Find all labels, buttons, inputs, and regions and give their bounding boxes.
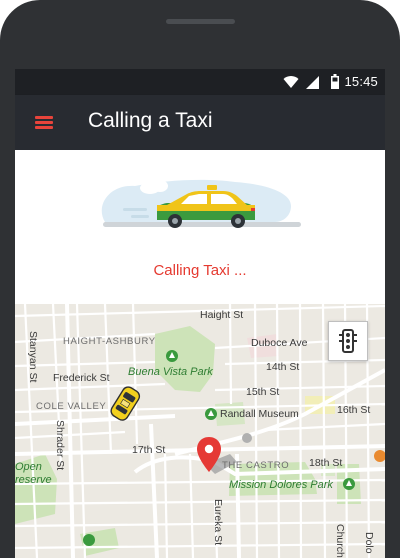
taxi-car-illustration bbox=[101, 179, 301, 228]
map-label-reserve: reserve bbox=[15, 474, 52, 486]
wifi-icon bbox=[283, 76, 299, 88]
destination-pin-icon[interactable] bbox=[195, 436, 223, 476]
map-label-stanyan-st: Stanyan St bbox=[27, 331, 39, 383]
calling-panel: Calling Taxi ... bbox=[15, 150, 385, 304]
map-label-dolo: Dolo bbox=[363, 532, 375, 554]
map-label-haight-ashbury: HAIGHT-ASHBURY bbox=[63, 336, 156, 347]
hamburger-menu-button[interactable] bbox=[33, 111, 57, 133]
traffic-toggle-button[interactable] bbox=[328, 321, 368, 361]
map-label-18th-st: 18th St bbox=[309, 457, 343, 469]
map-label-mission-dolores-park: Mission Dolores Park bbox=[229, 479, 333, 491]
map-label-duboce-ave: Duboce Ave bbox=[251, 337, 308, 349]
battery-icon bbox=[331, 74, 339, 89]
calling-taxi-status: Calling Taxi ... bbox=[153, 262, 247, 279]
map-label-15th-st: 15th St bbox=[246, 386, 280, 398]
map-label-shrader-st: Shrader St bbox=[54, 420, 66, 471]
map-label-haight-st: Haight St bbox=[200, 309, 244, 321]
hamburger-line bbox=[35, 126, 53, 129]
map-label-17th-st: 17th St bbox=[132, 444, 166, 456]
phone-screen: 15:45 Calling a Taxi Calling Taxi ... Ha… bbox=[15, 69, 385, 558]
page-title: Calling a Taxi bbox=[88, 109, 213, 132]
phone-speaker bbox=[166, 19, 235, 24]
cellular-signal-icon bbox=[306, 76, 319, 89]
map-view[interactable]: Haight St HAIGHT-ASHBURY Duboce Ave 14th… bbox=[15, 304, 385, 558]
hamburger-menu-icon bbox=[35, 116, 53, 119]
traffic-light-icon bbox=[339, 329, 357, 353]
taxi-location-marker[interactable] bbox=[107, 384, 143, 424]
app-bar: Calling a Taxi bbox=[15, 95, 385, 150]
map-label-buena-vista-park: Buena Vista Park bbox=[128, 366, 213, 378]
map-label-16th-st: 16th St bbox=[337, 404, 371, 416]
status-bar: 15:45 bbox=[15, 69, 385, 95]
map-label-frederick-st: Frederick St bbox=[53, 372, 110, 384]
hamburger-line bbox=[35, 121, 53, 124]
map-label-the-castro: THE CASTRO bbox=[222, 460, 290, 471]
map-label-church: Church bbox=[334, 524, 346, 558]
map-label-eureka-st: Eureka St bbox=[212, 499, 224, 546]
map-label-cole-valley: COLE VALLEY bbox=[36, 401, 107, 412]
map-label-open: Open bbox=[15, 461, 42, 473]
status-time: 15:45 bbox=[344, 74, 378, 89]
map-label-14th-st: 14th St bbox=[266, 361, 300, 373]
phone-device-frame: 15:45 Calling a Taxi Calling Taxi ... Ha… bbox=[0, 0, 400, 558]
map-label-randall-museum: Randall Museum bbox=[220, 408, 299, 420]
